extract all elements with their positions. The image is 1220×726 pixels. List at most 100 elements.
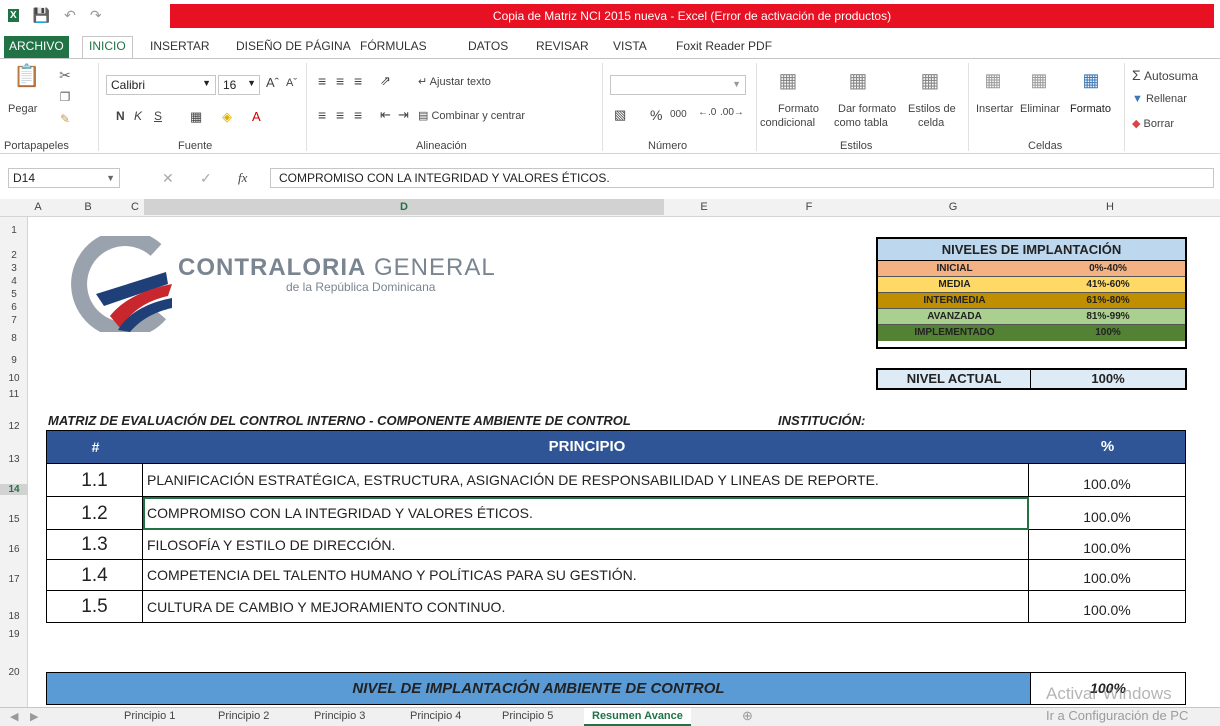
orientation-icon[interactable]: ⇗ bbox=[380, 73, 391, 89]
tab-archivo[interactable]: ARCHIVO bbox=[4, 36, 69, 58]
currency-icon[interactable]: ▧ bbox=[614, 107, 626, 123]
delete-cells-icon[interactable]: ▦ bbox=[1026, 65, 1052, 95]
paste-icon[interactable]: 📋 bbox=[10, 61, 44, 91]
format-cells-icon[interactable]: ▦ bbox=[1078, 65, 1104, 95]
decrease-decimal-icon[interactable]: .00→ bbox=[720, 107, 744, 118]
principle-text[interactable]: CULTURA DE CAMBIO Y MEJORAMIENTO CONTINU… bbox=[143, 591, 1029, 623]
undo-icon[interactable]: ↶ bbox=[64, 7, 76, 24]
row-header[interactable]: 6 bbox=[0, 302, 28, 313]
principle-pct[interactable]: 100.0% bbox=[1029, 464, 1186, 497]
bold-button[interactable]: N bbox=[116, 109, 125, 123]
delete-button[interactable]: Eliminar bbox=[1020, 103, 1060, 115]
insert-button[interactable]: Insertar bbox=[976, 103, 1013, 115]
column-header-b[interactable]: B bbox=[48, 201, 128, 213]
row-header[interactable]: 4 bbox=[0, 276, 28, 287]
principle-text-selected[interactable]: COMPROMISO CON LA INTEGRIDAD Y VALORES É… bbox=[143, 497, 1029, 530]
fill-button[interactable]: ▼ Rellenar bbox=[1132, 93, 1187, 105]
principle-num[interactable]: 1.1 bbox=[46, 464, 143, 497]
percent-button[interactable]: % bbox=[650, 107, 662, 123]
sheet-tab-active[interactable]: Resumen Avance bbox=[584, 708, 691, 726]
column-header-e[interactable]: E bbox=[664, 201, 744, 213]
thousands-button[interactable]: 000 bbox=[670, 109, 687, 120]
clear-button[interactable]: ◆ Borrar bbox=[1132, 117, 1174, 130]
principle-num[interactable]: 1.3 bbox=[46, 530, 143, 560]
format-table-label-2[interactable]: como tabla bbox=[834, 117, 888, 129]
principle-pct[interactable]: 100.0% bbox=[1029, 591, 1186, 623]
row-header[interactable]: 17 bbox=[0, 574, 28, 585]
next-sheet-icon[interactable]: ▶ bbox=[30, 710, 38, 723]
fill-color-icon[interactable]: ◈ bbox=[222, 109, 232, 125]
decrease-indent-icon[interactable]: ⇤ bbox=[380, 107, 391, 123]
cell-styles-label-1[interactable]: Estilos de bbox=[908, 103, 956, 115]
row-header[interactable]: 3 bbox=[0, 263, 28, 274]
row-header[interactable]: 1 bbox=[0, 225, 28, 236]
tab-vista[interactable]: VISTA bbox=[613, 39, 647, 53]
shrink-font-icon[interactable]: Aˇ bbox=[286, 77, 297, 89]
tab-datos[interactable]: DATOS bbox=[468, 39, 508, 53]
principle-text[interactable]: FILOSOFÍA Y ESTILO DE DIRECCIÓN. bbox=[143, 530, 1029, 560]
font-size-select[interactable]: 16 ▼ bbox=[218, 75, 260, 95]
principle-num[interactable]: 1.5 bbox=[46, 591, 143, 623]
row-header[interactable]: 20 bbox=[0, 667, 28, 678]
borders-icon[interactable]: ▦ bbox=[190, 109, 202, 125]
increase-indent-icon[interactable]: ⇥ bbox=[398, 107, 409, 123]
row-header[interactable]: 15 bbox=[0, 514, 28, 525]
font-name-select[interactable]: Calibri ▼ bbox=[106, 75, 216, 95]
tab-inicio[interactable]: INICIO bbox=[82, 36, 133, 59]
cut-icon[interactable]: ✂ bbox=[56, 67, 74, 83]
number-format-select[interactable]: ▼ bbox=[610, 75, 746, 95]
format-button[interactable]: Formato bbox=[1070, 103, 1111, 115]
insert-function-button[interactable]: fx bbox=[238, 170, 247, 186]
row-header[interactable]: 5 bbox=[0, 289, 28, 300]
column-header-c[interactable]: C bbox=[128, 201, 142, 213]
cell-styles-icon[interactable]: ▦ bbox=[916, 65, 944, 95]
column-header-a[interactable]: A bbox=[32, 201, 44, 213]
underline-button[interactable]: S bbox=[154, 109, 162, 123]
tab-formulas[interactable]: FÓRMULAS bbox=[360, 39, 427, 53]
row-header[interactable]: 2 bbox=[0, 250, 28, 261]
tab-insertar[interactable]: INSERTAR bbox=[150, 39, 210, 53]
row-header[interactable]: 7 bbox=[0, 315, 28, 326]
column-header-h[interactable]: H bbox=[1032, 201, 1188, 213]
italic-button[interactable]: K bbox=[134, 109, 142, 123]
row-header[interactable]: 13 bbox=[0, 454, 28, 465]
name-box[interactable]: D14 ▼ bbox=[8, 168, 120, 188]
grow-font-icon[interactable]: Aˆ bbox=[266, 75, 279, 90]
principle-text[interactable]: PLANIFICACIÓN ESTRATÉGICA, ESTRUCTURA, A… bbox=[143, 464, 1029, 497]
enter-icon[interactable]: ✓ bbox=[200, 170, 212, 187]
principle-pct[interactable]: 100.0% bbox=[1029, 530, 1186, 560]
align-top-icon[interactable]: ≡ bbox=[318, 73, 326, 89]
add-sheet-icon[interactable]: ⊕ bbox=[742, 708, 753, 724]
row-header[interactable]: 8 bbox=[0, 333, 28, 344]
align-right-icon[interactable]: ≡ bbox=[354, 107, 362, 123]
principle-pct[interactable]: 100.0% bbox=[1029, 560, 1186, 591]
tab-diseno-pagina[interactable]: DISEÑO DE PÁGINA bbox=[236, 39, 351, 53]
prev-sheet-icon[interactable]: ◀ bbox=[10, 710, 18, 723]
principle-text[interactable]: COMPETENCIA DEL TALENTO HUMANO Y POLÍTIC… bbox=[143, 560, 1029, 591]
sheet-tab[interactable]: Principio 5 bbox=[502, 710, 553, 722]
row-header[interactable]: 16 bbox=[0, 544, 28, 555]
font-color-icon[interactable]: A bbox=[252, 109, 261, 124]
merge-center-button[interactable]: ▤ Combinar y centrar bbox=[418, 109, 525, 122]
save-icon[interactable]: 💾 bbox=[33, 7, 50, 24]
column-header-d[interactable]: D bbox=[144, 199, 664, 215]
wrap-text-button[interactable]: ↵ Ajustar texto bbox=[418, 75, 491, 88]
cond-format-label-1[interactable]: Formato bbox=[778, 103, 819, 115]
conditional-format-icon[interactable]: ▦ bbox=[776, 65, 800, 95]
row-header[interactable]: 10 bbox=[0, 373, 28, 384]
format-table-label-1[interactable]: Dar formato bbox=[838, 103, 896, 115]
align-middle-icon[interactable]: ≡ bbox=[336, 73, 344, 89]
cancel-icon[interactable]: ✕ bbox=[162, 170, 174, 187]
copy-icon[interactable]: ❐ bbox=[56, 89, 74, 105]
increase-decimal-icon[interactable]: ←.0 bbox=[698, 107, 716, 118]
align-bottom-icon[interactable]: ≡ bbox=[354, 73, 362, 89]
align-left-icon[interactable]: ≡ bbox=[318, 107, 326, 123]
paste-button[interactable]: Pegar bbox=[8, 103, 37, 115]
tab-revisar[interactable]: REVISAR bbox=[536, 39, 589, 53]
row-header[interactable]: 9 bbox=[0, 355, 28, 366]
sheet-tab[interactable]: Principio 1 bbox=[124, 710, 175, 722]
cond-format-label-2[interactable]: condicional bbox=[760, 117, 815, 129]
format-table-icon[interactable]: ▦ bbox=[844, 65, 872, 95]
align-center-icon[interactable]: ≡ bbox=[336, 107, 344, 123]
row-header[interactable]: 12 bbox=[0, 421, 28, 432]
